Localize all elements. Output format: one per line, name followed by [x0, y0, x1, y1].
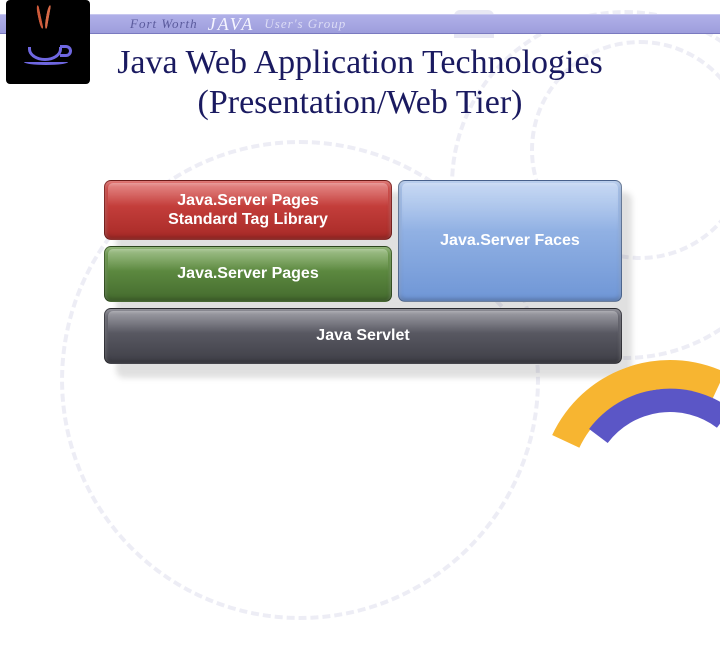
block-jsp: Java.Server Pages	[104, 246, 392, 302]
banner-fort-worth: Fort Worth	[130, 16, 198, 32]
header-banner: Fort Worth JAVA User's Group	[0, 14, 720, 34]
block-jsf: Java.Server Faces	[398, 180, 622, 302]
banner-users-group: User's Group	[264, 16, 346, 32]
tech-stack-diagram: Java.Server Faces Java.Server PagesStand…	[104, 180, 624, 370]
title-line2: (Presentation/Web Tier)	[0, 84, 720, 122]
slide-title: Java Web Application Technologies (Prese…	[0, 44, 720, 122]
block-servlet: Java Servlet	[104, 308, 622, 364]
banner-java: JAVA	[208, 14, 255, 35]
block-jstl: Java.Server PagesStandard Tag Library	[104, 180, 392, 240]
title-line1: Java Web Application Technologies	[0, 44, 720, 82]
